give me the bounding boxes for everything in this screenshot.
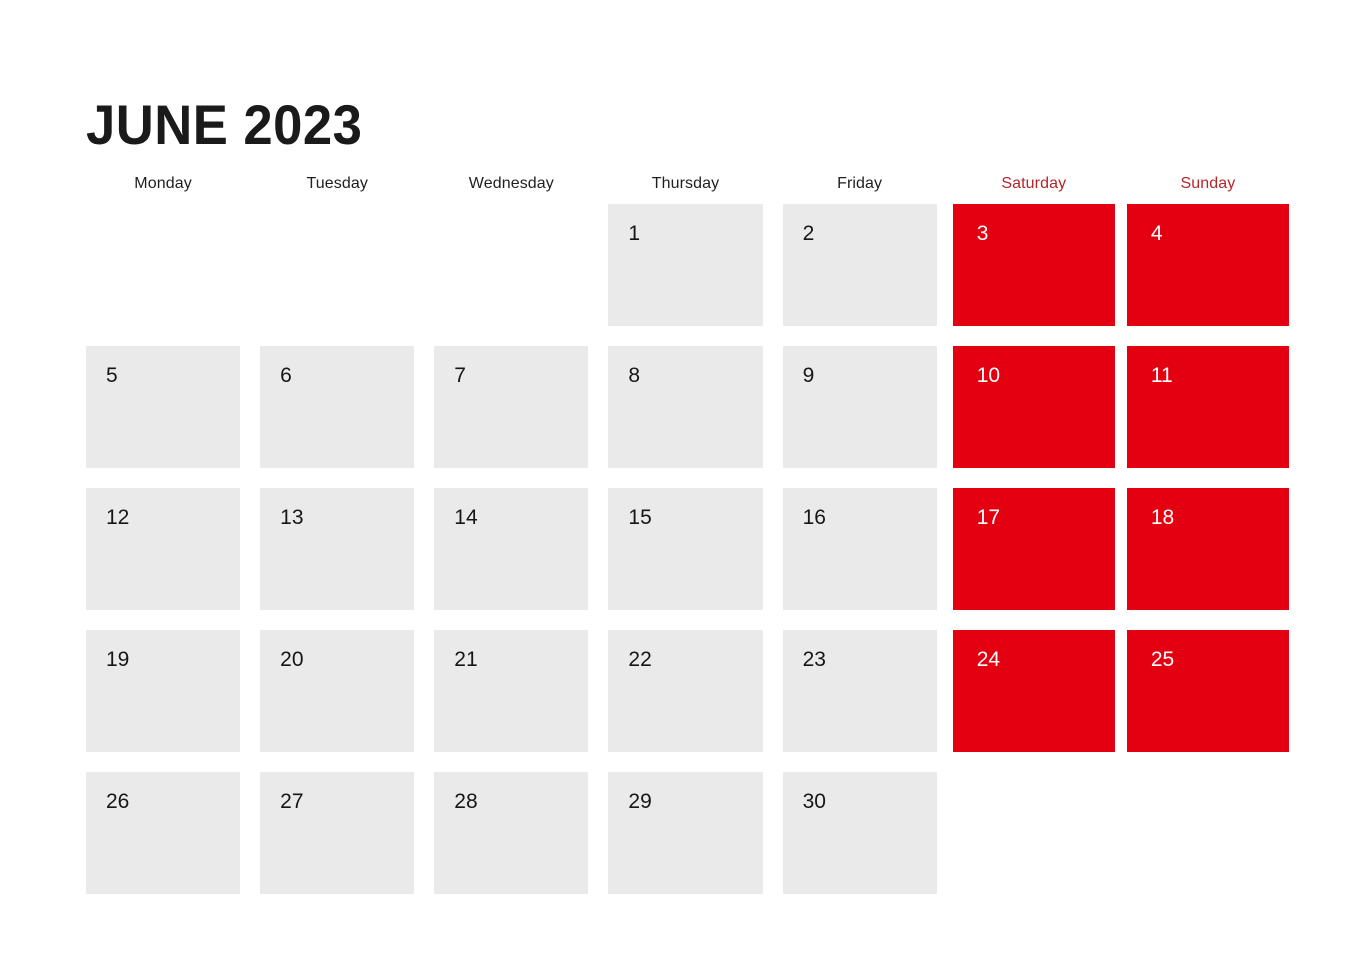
day-cell[interactable]: 11: [1126, 346, 1289, 468]
day-number: 18: [1150, 506, 1175, 529]
day-number: 27: [280, 790, 304, 813]
day-number: 3: [976, 222, 989, 245]
day-cell[interactable]: 17: [952, 488, 1115, 610]
weekday-header-monday: Monday: [134, 175, 192, 192]
day-number: 4: [1150, 222, 1163, 245]
day-number: 19: [106, 648, 130, 671]
day-number: 15: [628, 506, 652, 529]
day-number: 7: [454, 364, 466, 387]
weekday-header-row: Monday Tuesday Wednesday Thursday Friday Satu…: [86, 174, 1285, 194]
day-number: 24: [976, 648, 1001, 671]
day-number: 29: [628, 790, 652, 813]
day-cell[interactable]: 4: [1126, 204, 1289, 326]
day-cell[interactable]: 8: [608, 346, 763, 468]
day-number: 25: [1150, 648, 1175, 671]
day-cell[interactable]: 24: [952, 630, 1115, 752]
day-number: 1: [628, 222, 641, 245]
weekday-header-saturday: Saturday: [1001, 175, 1067, 192]
day-cell[interactable]: 25: [1126, 630, 1289, 752]
day-number: 21: [454, 648, 478, 671]
day-number: 2: [802, 222, 815, 245]
calendar-page: JUNE 2023 Monday Tuesday Wednesday Thursday…: [0, 0, 1371, 980]
day-number: 30: [802, 790, 826, 813]
day-cell[interactable]: 29: [608, 772, 763, 894]
weekday-header-sunday: Sunday: [1180, 175, 1236, 192]
weekday-header-wednesday: Wednesday: [468, 175, 554, 192]
day-number: 8: [628, 364, 641, 387]
day-cell[interactable]: 26: [86, 772, 241, 894]
day-cell[interactable]: 9: [782, 346, 937, 468]
day-cell[interactable]: 13: [260, 488, 415, 610]
day-cell[interactable]: 5: [86, 346, 241, 468]
day-number: 14: [454, 506, 478, 529]
day-number: 16: [802, 506, 826, 529]
day-cell[interactable]: 20: [260, 630, 415, 752]
day-cell[interactable]: 12: [86, 488, 241, 610]
page-title: JUNE 2023: [86, 93, 363, 156]
weekday-header-tuesday: Tuesday: [306, 175, 368, 192]
day-cell[interactable]: 2: [782, 204, 937, 326]
day-cell[interactable]: 14: [434, 488, 589, 610]
day-cell[interactable]: 23: [782, 630, 937, 752]
day-number: 5: [106, 364, 118, 387]
day-cell[interactable]: 21: [434, 630, 589, 752]
day-cell[interactable]: 10: [952, 346, 1115, 468]
day-cell[interactable]: 27: [260, 772, 415, 894]
day-number: 20: [280, 648, 304, 671]
day-number: 22: [628, 648, 652, 671]
day-number: 6: [280, 364, 292, 387]
day-cell[interactable]: 16: [782, 488, 937, 610]
day-cell-empty: [1127, 772, 1289, 894]
day-number: 28: [454, 790, 478, 813]
day-cell[interactable]: 30: [782, 772, 937, 894]
day-cell[interactable]: 6: [260, 346, 415, 468]
day-number: 17: [976, 506, 1001, 529]
weekday-header-thursday: Thursday: [651, 175, 720, 192]
day-number: 9: [802, 364, 815, 387]
day-cell[interactable]: 7: [434, 346, 589, 468]
day-cell[interactable]: 28: [434, 772, 589, 894]
day-number: 26: [106, 790, 130, 813]
weekday-header-friday: Friday: [837, 175, 883, 192]
day-number: 23: [802, 648, 826, 671]
day-cell-empty: [86, 204, 240, 326]
day-number: 12: [106, 506, 130, 529]
day-number: 11: [1150, 364, 1173, 387]
day-cell[interactable]: 3: [952, 204, 1115, 326]
day-number: 10: [976, 364, 1001, 387]
day-cell-empty: [260, 204, 414, 326]
day-cell[interactable]: 22: [608, 630, 763, 752]
day-cell[interactable]: 19: [86, 630, 241, 752]
day-cell-empty: [953, 772, 1115, 894]
day-cell[interactable]: 1: [608, 204, 763, 326]
day-cell[interactable]: 15: [608, 488, 763, 610]
day-cell[interactable]: 18: [1126, 488, 1289, 610]
day-cell-empty: [434, 204, 588, 326]
calendar-grid: 1 2 3 4 5 6 7 8 9 10 11 12 13 14 15 16 17 18 19 20 21 22 23 24 2…: [86, 204, 1289, 894]
day-number: 13: [280, 506, 304, 529]
